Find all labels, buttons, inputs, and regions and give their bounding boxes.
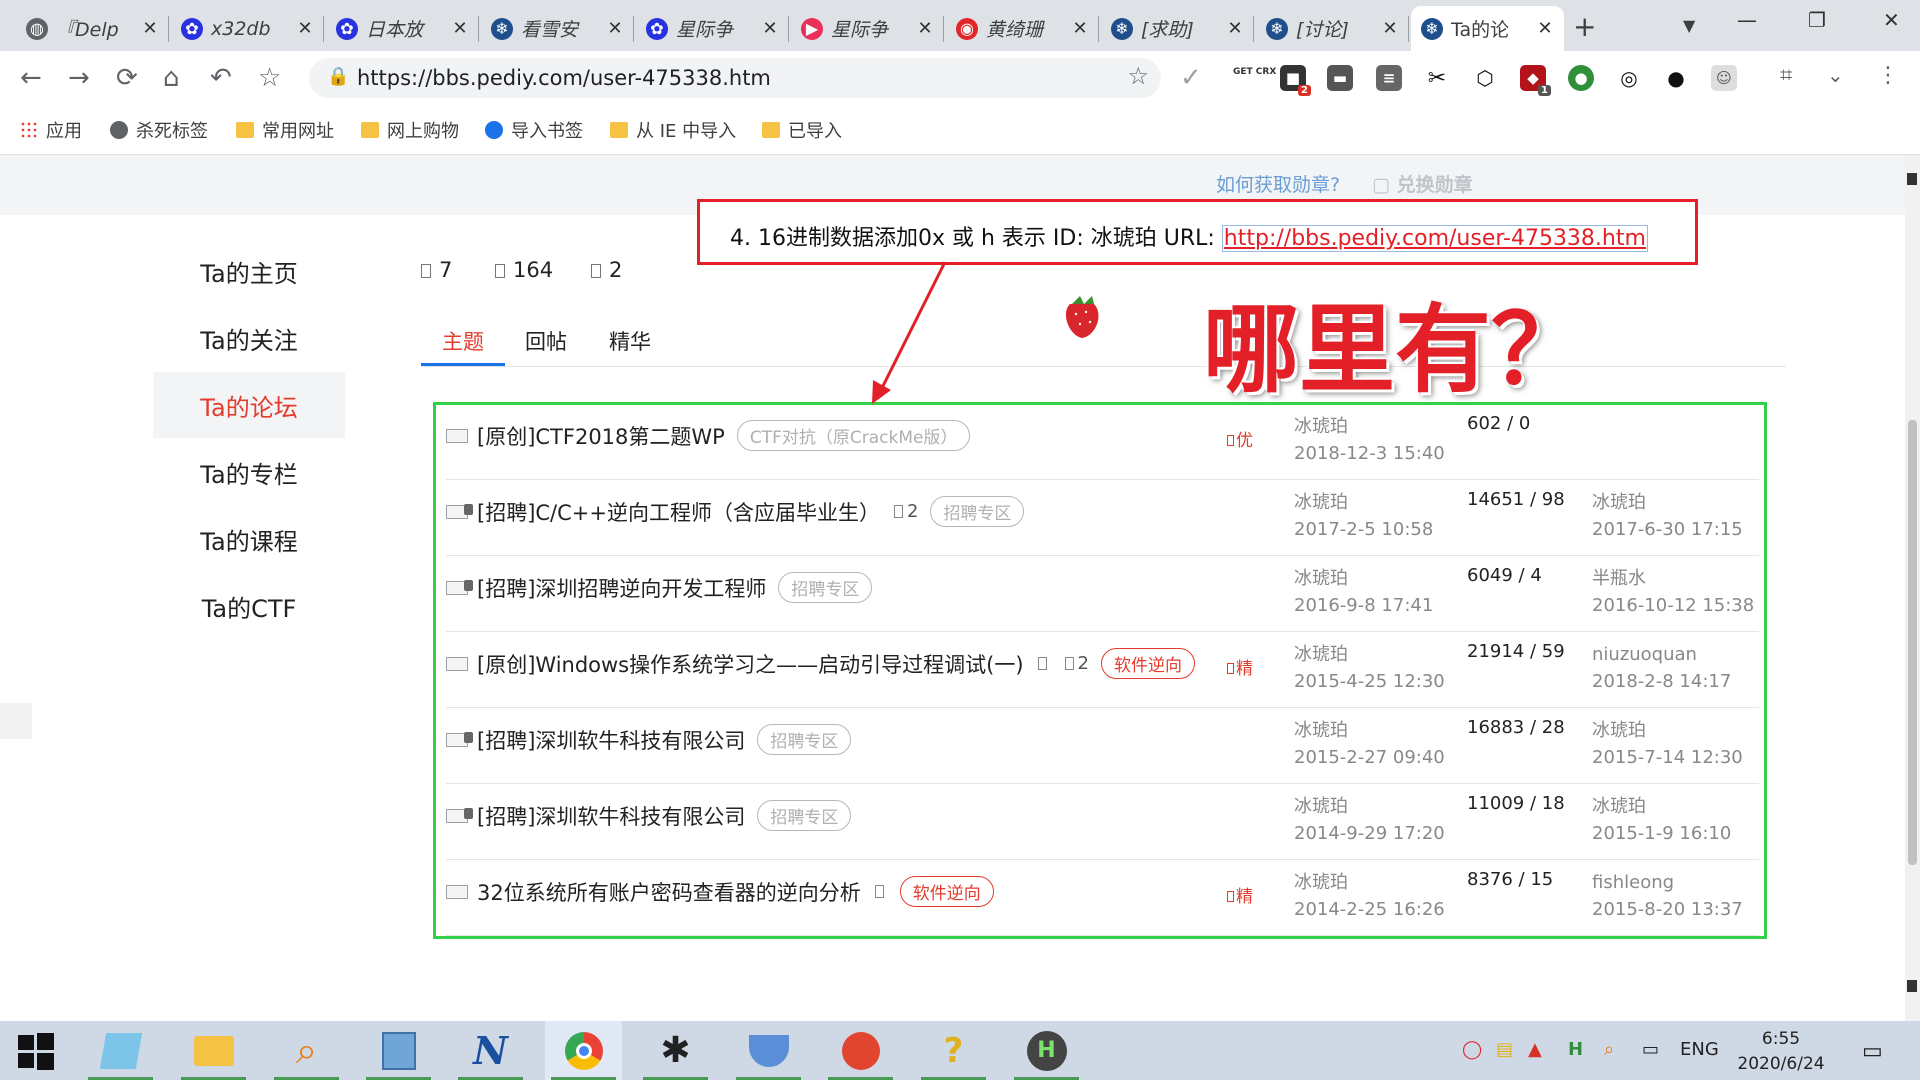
- tray-language[interactable]: ENG: [1680, 1039, 1719, 1060]
- help-app-icon[interactable]: ?: [915, 1021, 992, 1080]
- n-app-icon[interactable]: N: [452, 1021, 529, 1080]
- tray-acrobat-icon[interactable]: ▲: [1528, 1039, 1542, 1060]
- clock-time: 6:55: [1761, 1029, 1801, 1049]
- chrome-app-icon[interactable]: [545, 1021, 622, 1080]
- debugger-bug-icon[interactable]: ✱: [637, 1021, 714, 1080]
- tray-clock[interactable]: 6:55 2020/6/24: [1736, 1027, 1826, 1077]
- strawberry-icon: [1065, 296, 1099, 338]
- tray-network-icon[interactable]: ▭: [1642, 1039, 1659, 1060]
- clock-date: 2020/6/24: [1737, 1054, 1825, 1074]
- notification-icon[interactable]: ▭: [1862, 1039, 1883, 1064]
- notepad2-app-icon[interactable]: [360, 1021, 437, 1080]
- tray-search-icon[interactable]: ⌕: [1604, 1039, 1614, 1060]
- fox-app-icon[interactable]: [822, 1021, 899, 1080]
- tray-opera-icon[interactable]: ◯: [1462, 1039, 1482, 1060]
- search-app-icon[interactable]: ⌕: [268, 1021, 345, 1080]
- tray-notes-icon[interactable]: ▤: [1496, 1039, 1513, 1060]
- fruit-app-icon[interactable]: [730, 1021, 807, 1080]
- windows-start-icon[interactable]: [0, 1021, 72, 1080]
- notepad-app-icon[interactable]: [82, 1021, 159, 1080]
- hex-app-icon[interactable]: H: [1008, 1021, 1085, 1080]
- file-explorer-icon[interactable]: [175, 1021, 252, 1080]
- windows-taskbar: ⌕ N ✱ ? H ◯ ▤ ▲ H ⌕ ▭ ENG 6:55 2020/6/24…: [0, 1021, 1920, 1080]
- tray-h-icon[interactable]: H: [1568, 1039, 1583, 1060]
- annotation-arrow: [872, 261, 947, 404]
- annotation-question: 哪里有？: [1203, 293, 1587, 406]
